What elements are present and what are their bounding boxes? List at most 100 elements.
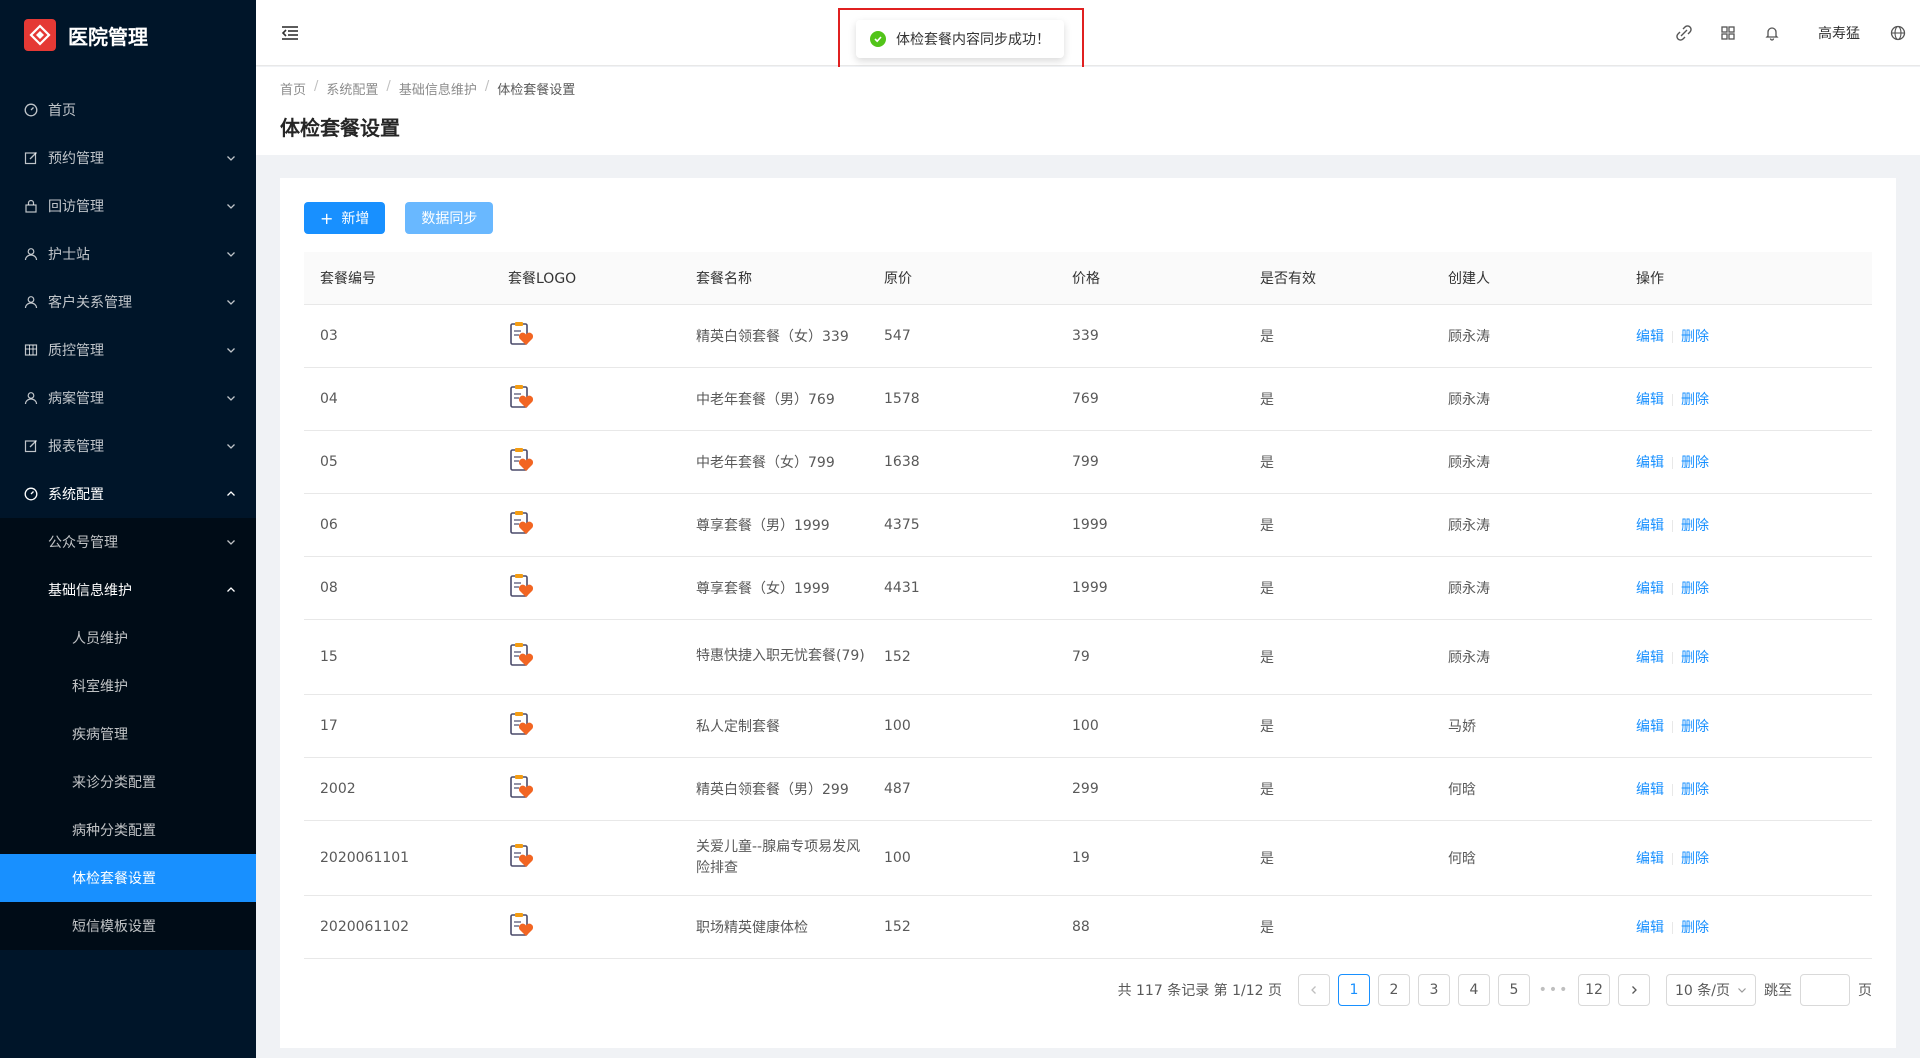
cell-valid: 是 (1244, 367, 1432, 431)
edit-link[interactable]: 编辑 (1636, 920, 1664, 936)
sidebar-item-label: 护士站 (48, 247, 90, 263)
sidebar-leaf-1[interactable]: 科室维护 (0, 662, 256, 710)
app-logo-row[interactable]: 医院管理 (0, 0, 256, 70)
cell-actions: 编辑 删除 (1620, 757, 1872, 821)
chevron-up-icon (227, 491, 235, 496)
page-size-select[interactable]: 10 条/页 (1666, 974, 1756, 1006)
cell-name: 私人定制套餐 (680, 694, 868, 758)
action-divider (1672, 330, 1673, 343)
delete-link[interactable]: 删除 (1681, 782, 1709, 798)
edit-link[interactable]: 编辑 (1636, 455, 1664, 471)
breadcrumb-system[interactable]: 系统配置 (326, 79, 378, 98)
user-name[interactable]: 高寿猛 (1794, 23, 1876, 43)
sidebar-item-7[interactable]: 报表管理 (0, 422, 256, 470)
col-header-creator: 创建人 (1432, 252, 1620, 305)
page-button-1[interactable]: 1 (1338, 974, 1370, 1006)
bell-icon[interactable] (1750, 0, 1794, 66)
pagination-ellipsis[interactable]: ••• (1538, 982, 1570, 998)
page-button-2[interactable]: 2 (1378, 974, 1410, 1006)
chevron-left-icon (1311, 986, 1316, 994)
sidebar-item-6[interactable]: 病案管理 (0, 374, 256, 422)
sidebar-item-0[interactable]: 首页 (0, 86, 256, 134)
cell-original-price: 547 (868, 304, 1056, 368)
sidebar-item-label: 客户关系管理 (48, 295, 132, 311)
edit-link[interactable]: 编辑 (1636, 650, 1664, 666)
action-divider (1672, 519, 1673, 532)
delete-link[interactable]: 删除 (1681, 392, 1709, 408)
col-header-name: 套餐名称 (680, 252, 868, 305)
sidebar-subitem-1[interactable]: 基础信息维护 (0, 566, 256, 614)
action-divider (1672, 921, 1673, 934)
sidebar-item-1[interactable]: 预约管理 (0, 134, 256, 182)
sidebar-item-4[interactable]: 客户关系管理 (0, 278, 256, 326)
col-header-id: 套餐编号 (304, 252, 492, 305)
sidebar-leaf-4[interactable]: 病种分类配置 (0, 806, 256, 854)
menu-fold-icon[interactable] (280, 23, 300, 43)
delete-link[interactable]: 删除 (1681, 518, 1709, 534)
breadcrumb-home[interactable]: 首页 (280, 79, 306, 98)
table-icon (24, 343, 38, 357)
cell-original-price: 1578 (868, 367, 1056, 431)
delete-link[interactable]: 删除 (1681, 920, 1709, 936)
cell-logo (492, 493, 680, 557)
edit-link[interactable]: 编辑 (1636, 581, 1664, 597)
delete-link[interactable]: 删除 (1681, 329, 1709, 345)
page-jump-input[interactable] (1800, 974, 1850, 1006)
sidebar-leaf-5[interactable]: 体检套餐设置 (0, 854, 256, 902)
package-name: 尊享套餐（男）1999 (696, 517, 830, 534)
sidebar-item-label: 报表管理 (48, 439, 104, 455)
page-button-5[interactable]: 5 (1498, 974, 1530, 1006)
user-icon (24, 295, 38, 309)
cell-logo (492, 367, 680, 431)
globe-icon[interactable] (1876, 0, 1920, 66)
edit-link[interactable]: 编辑 (1636, 329, 1664, 345)
sidebar-item-3[interactable]: 护士站 (0, 230, 256, 278)
cell-original-price: 100 (868, 820, 1056, 896)
sidebar-subitem-0[interactable]: 公众号管理 (0, 518, 256, 566)
breadcrumb-basic-info[interactable]: 基础信息维护 (399, 79, 477, 98)
page-button-3[interactable]: 3 (1418, 974, 1450, 1006)
cell-id: 2020061102 (304, 895, 492, 959)
edit-link[interactable]: 编辑 (1636, 392, 1664, 408)
user-icon (24, 247, 38, 261)
edit-link[interactable]: 编辑 (1636, 851, 1664, 867)
page-size-value: 10 条/页 (1675, 983, 1730, 999)
page-button-4[interactable]: 4 (1458, 974, 1490, 1006)
app-title: 医院管理 (68, 24, 148, 49)
cell-name: 精英白领套餐（女）339 (680, 304, 868, 368)
table-row: 04 中老年套餐（男）769 1578 769 是顾永涛 编辑 删除 (304, 367, 1872, 431)
prev-page-button[interactable] (1298, 974, 1330, 1006)
data-sync-button[interactable]: 数据同步 (405, 202, 494, 234)
cell-logo (492, 556, 680, 620)
delete-link[interactable]: 删除 (1681, 650, 1709, 666)
sidebar-item-2[interactable]: 回访管理 (0, 182, 256, 230)
cell-valid: 是 (1244, 895, 1432, 959)
edit-link[interactable]: 编辑 (1636, 782, 1664, 798)
sidebar-leaf-label: 人员维护 (72, 631, 128, 647)
cell-name: 尊享套餐（男）1999 (680, 493, 868, 557)
page-button-last[interactable]: 12 (1578, 974, 1610, 1006)
delete-link[interactable]: 删除 (1681, 851, 1709, 867)
link-icon[interactable] (1662, 0, 1706, 66)
sidebar-leaf-label: 体检套餐设置 (72, 871, 156, 887)
chevron-down-icon (227, 444, 235, 449)
delete-link[interactable]: 删除 (1681, 581, 1709, 597)
delete-link[interactable]: 删除 (1681, 455, 1709, 471)
sidebar-leaf-3[interactable]: 来诊分类配置 (0, 758, 256, 806)
col-header-logo: 套餐LOGO (492, 252, 680, 305)
sidebar-item-5[interactable]: 质控管理 (0, 326, 256, 374)
apps-grid-icon[interactable] (1706, 0, 1750, 66)
add-button[interactable]: + 新增 (304, 202, 386, 234)
cell-logo (492, 619, 680, 695)
sidebar-leaf-2[interactable]: 疾病管理 (0, 710, 256, 758)
toast-message: 体检套餐内容同步成功！ (896, 32, 1050, 48)
sidebar-item-label: 系统配置 (48, 487, 104, 503)
edit-link[interactable]: 编辑 (1636, 518, 1664, 534)
edit-link[interactable]: 编辑 (1636, 719, 1664, 735)
sidebar-item-8[interactable]: 系统配置 (0, 470, 256, 518)
next-page-button[interactable] (1618, 974, 1650, 1006)
sidebar-leaf-0[interactable]: 人员维护 (0, 614, 256, 662)
sidebar-leaf-6[interactable]: 短信模板设置 (0, 902, 256, 950)
delete-link[interactable]: 删除 (1681, 719, 1709, 735)
cell-id: 06 (304, 493, 492, 557)
